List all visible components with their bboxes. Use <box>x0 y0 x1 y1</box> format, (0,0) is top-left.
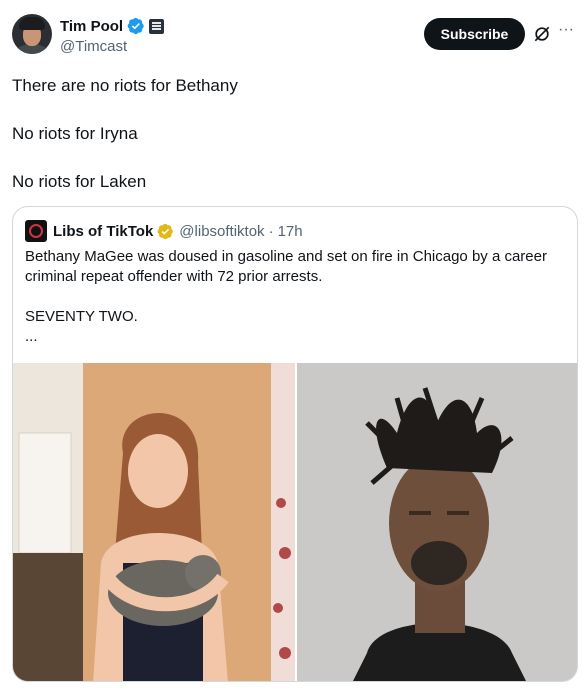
quoted-avatar[interactable] <box>25 220 47 242</box>
author-name[interactable]: Tim Pool <box>60 18 123 35</box>
show-more-ellipsis[interactable]: ... <box>25 327 565 347</box>
avatar-beanie <box>19 17 45 30</box>
post-line-2: No riots for Iryna <box>12 124 138 143</box>
author-handle[interactable]: @Timcast <box>60 38 127 55</box>
quoted-post[interactable]: Libs of TikTok @libsoftiktok · 17h Betha… <box>12 206 578 682</box>
post-line-3: No riots for Laken <box>12 172 147 191</box>
affiliation-badge-icon[interactable] <box>149 18 165 34</box>
photo-mugshot-man[interactable] <box>297 363 577 681</box>
verified-gold-badge-icon <box>157 223 174 239</box>
photo-woman-illustration <box>13 363 295 681</box>
subscribe-button[interactable]: Subscribe <box>424 18 525 50</box>
quoted-header: Libs of TikTok @libsoftiktok · 17h <box>25 220 303 242</box>
verified-badge-icon <box>127 17 144 35</box>
separator-dot: · <box>268 222 274 240</box>
post-line-1: There are no riots for Bethany <box>12 76 238 95</box>
grok-icon[interactable] <box>532 24 552 44</box>
photo-man-illustration <box>297 363 577 681</box>
author-avatar[interactable] <box>12 14 52 54</box>
quoted-paragraph: Bethany MaGee was doused in gasoline and… <box>25 248 547 285</box>
post-header: Tim Pool @Timcast Subscribe ··· <box>12 14 574 64</box>
more-options-icon[interactable]: ··· <box>556 22 576 43</box>
author-name-row: Tim Pool <box>60 16 165 36</box>
photo-woman-with-kitten[interactable] <box>13 363 295 681</box>
quoted-emphasis: SEVENTY TWO. <box>25 308 138 325</box>
quoted-media-grid <box>13 363 577 681</box>
post-text: There are no riots for Bethany No riots … <box>12 74 572 218</box>
quoted-timestamp[interactable]: 17h <box>278 223 303 240</box>
quoted-text: Bethany MaGee was doused in gasoline and… <box>25 247 565 347</box>
quoted-author-name[interactable]: Libs of TikTok <box>53 223 153 240</box>
quoted-author-handle[interactable]: @libsoftiktok <box>179 223 264 240</box>
